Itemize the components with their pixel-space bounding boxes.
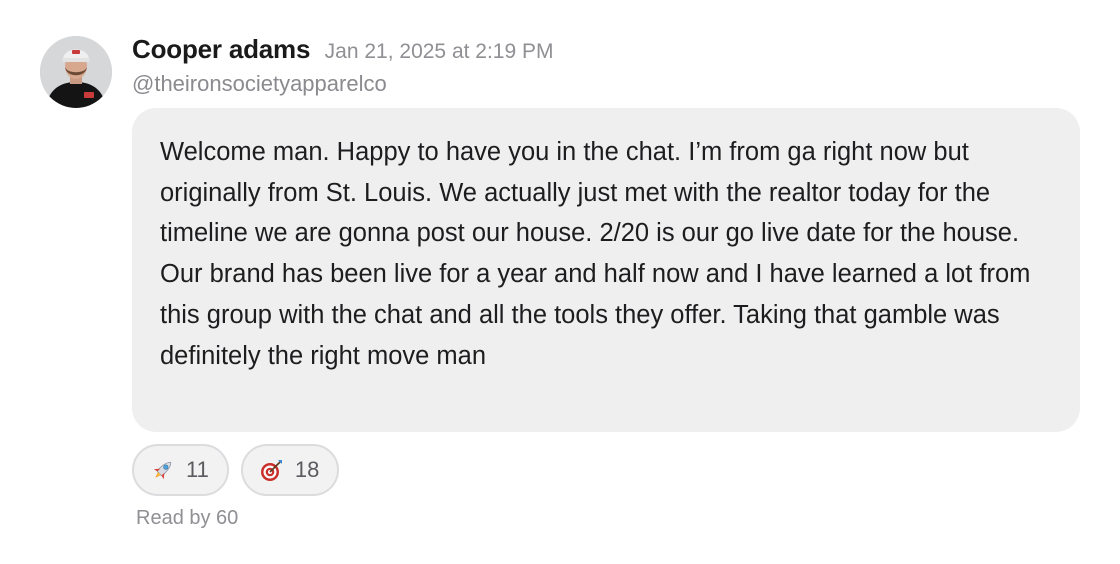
reaction-count: 18 xyxy=(294,457,320,482)
read-receipt[interactable]: Read by 60 xyxy=(136,507,238,530)
reactions-bar: 11 18 xyxy=(132,444,340,496)
chat-message: Cooper adams Jan 21, 2025 at 2:19 PM @th… xyxy=(0,0,1120,564)
avatar[interactable] xyxy=(40,36,112,108)
reaction-target[interactable]: 18 xyxy=(240,444,340,496)
rocket-icon xyxy=(150,457,176,483)
message-text: Welcome man. Happy to have you in the ch… xyxy=(160,138,1031,370)
message-bubble: Welcome man. Happy to have you in the ch… xyxy=(132,108,1080,432)
reaction-rocket[interactable]: 11 xyxy=(132,444,229,496)
message-header: Cooper adams Jan 21, 2025 at 2:19 PM xyxy=(132,34,554,65)
reaction-count: 11 xyxy=(186,457,209,482)
message-timestamp: Jan 21, 2025 at 2:19 PM xyxy=(324,40,554,63)
avatar-image xyxy=(40,36,112,108)
target-icon xyxy=(259,457,285,483)
author-handle[interactable]: @theironsocietyapparelco xyxy=(132,71,387,97)
author-name[interactable]: Cooper adams xyxy=(132,34,310,64)
